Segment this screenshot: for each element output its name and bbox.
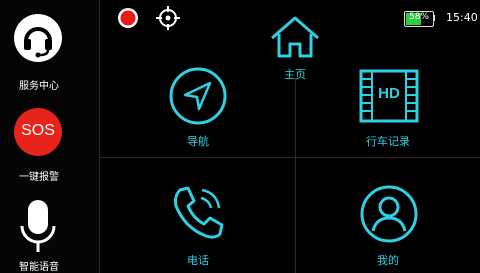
sos-icon: SOS — [14, 108, 62, 156]
sos-badge-text: SOS — [21, 122, 55, 139]
microphone-icon — [14, 196, 62, 258]
tile-driving-record[interactable]: HD 行车记录 — [296, 60, 480, 157]
tile-profile[interactable]: 我的 — [296, 158, 480, 273]
sidebar-item-label: 一键报警 — [19, 172, 59, 183]
phone-icon — [168, 184, 228, 242]
home-icon — [268, 14, 322, 60]
user-profile-icon — [359, 184, 419, 244]
record-dot-icon[interactable] — [117, 7, 139, 29]
tile-navigation[interactable]: 导航 — [100, 60, 295, 157]
sidebar-item-label: 服务中心 — [19, 81, 59, 92]
crosshair-icon[interactable] — [156, 6, 180, 30]
clock-time: 15:40 — [446, 11, 478, 24]
tile-label: 电话 — [187, 254, 209, 267]
tile-phone[interactable]: 电话 — [100, 158, 295, 273]
hd-icon-text: HD — [378, 85, 400, 102]
hd-video-icon: HD — [358, 68, 420, 124]
navigation-arrow-icon — [168, 66, 228, 126]
headset-icon — [14, 14, 62, 62]
battery-percent: 58% — [408, 12, 429, 22]
tile-label: 行车记录 — [366, 135, 410, 148]
sidebar-item-label: 智能语音 — [19, 262, 59, 273]
tile-label: 我的 — [377, 254, 399, 267]
sidebar: 服务中心 SOS 一键报警 智能语音 — [0, 0, 100, 273]
tile-label: 导航 — [187, 135, 209, 148]
battery-tip — [433, 15, 435, 21]
